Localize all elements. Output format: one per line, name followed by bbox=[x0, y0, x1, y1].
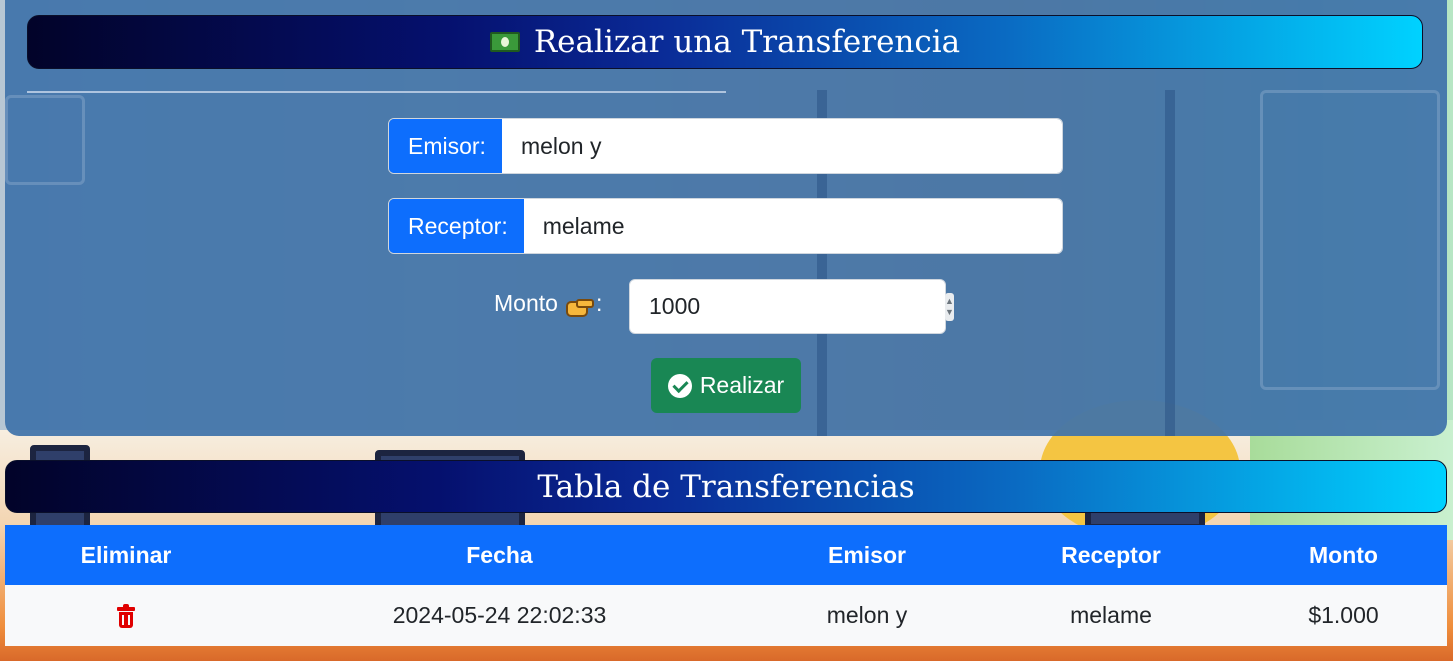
check-circle-icon bbox=[667, 373, 692, 398]
transfers-table-title-bar: Tabla de Transferencias bbox=[5, 460, 1447, 513]
receptor-label: Receptor: bbox=[389, 199, 524, 253]
money-bill-icon bbox=[489, 32, 520, 52]
receptor-cell: melame bbox=[1070, 602, 1152, 628]
divider bbox=[27, 91, 726, 93]
spinner-down-icon[interactable]: ▼ bbox=[945, 307, 954, 317]
emisor-cell: melon y bbox=[826, 602, 908, 628]
monto-label-colon: : bbox=[595, 290, 603, 316]
receptor-input[interactable] bbox=[523, 199, 1062, 253]
realizar-button[interactable]: Realizar bbox=[651, 358, 801, 413]
receptor-input-group: Receptor: bbox=[388, 198, 1063, 254]
table-row: 2024-05-24 22:02:33 melon y melame $1.00… bbox=[5, 585, 1447, 646]
emisor-input-group: Emisor: bbox=[388, 118, 1063, 174]
background-pillar bbox=[1165, 90, 1175, 436]
transfer-form-title: Realizar una Transferencia bbox=[533, 24, 961, 60]
transfer-form-panel: Realizar una Transferencia Emisor: Recep… bbox=[5, 0, 1447, 436]
transfers-table: Eliminar Fecha Emisor Receptor Monto 202… bbox=[5, 525, 1447, 646]
table-header-row: Eliminar Fecha Emisor Receptor Monto bbox=[5, 525, 1447, 585]
background-sign bbox=[5, 95, 85, 185]
emisor-label: Emisor: bbox=[389, 119, 502, 173]
column-header-receptor: Receptor bbox=[1061, 541, 1161, 568]
column-header-fecha: Fecha bbox=[466, 541, 533, 568]
monto-input[interactable] bbox=[630, 293, 945, 320]
background-rate-board bbox=[1260, 90, 1440, 390]
column-header-emisor: Emisor bbox=[828, 541, 906, 568]
delete-cell bbox=[5, 585, 247, 646]
emisor-input[interactable] bbox=[501, 119, 1062, 173]
realizar-button-label: Realizar bbox=[699, 372, 785, 398]
column-header-monto: Monto bbox=[1309, 541, 1378, 568]
monto-spinner[interactable]: ▲ ▼ bbox=[945, 292, 954, 321]
monto-label-group: Monto : bbox=[494, 290, 602, 317]
transfers-table-title: Tabla de Transferencias bbox=[537, 468, 915, 505]
trash-icon[interactable] bbox=[117, 603, 135, 628]
monto-cell: $1.000 bbox=[1308, 602, 1379, 628]
fecha-cell: 2024-05-24 22:02:33 bbox=[392, 602, 607, 628]
spinner-up-icon[interactable]: ▲ bbox=[945, 296, 954, 306]
transfer-form-title-bar: Realizar una Transferencia bbox=[27, 15, 1423, 69]
monto-number-field[interactable]: ▲ ▼ bbox=[629, 279, 954, 334]
column-header-eliminar: Eliminar bbox=[80, 541, 172, 568]
pointing-hand-icon bbox=[564, 293, 594, 317]
monto-label: Monto bbox=[494, 290, 558, 316]
